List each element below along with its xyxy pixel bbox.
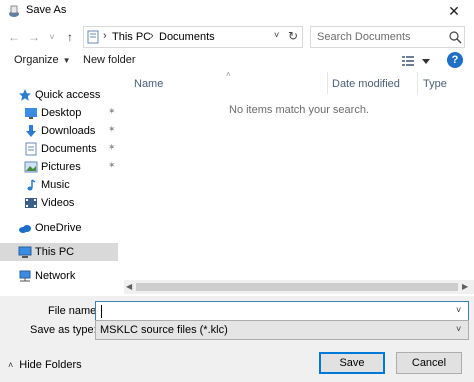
music-icon	[27, 179, 36, 191]
sidebar-item-label: Documents	[41, 143, 97, 155]
save-as-app-icon	[9, 5, 19, 17]
column-header-type[interactable]: Type	[423, 78, 447, 90]
scroll-left-icon[interactable]: ◀	[126, 282, 132, 291]
sidebar-item-label: OneDrive	[35, 222, 82, 234]
sidebar-item-pictures[interactable]: Pictures ✶	[0, 158, 118, 176]
save-as-type-value: MSKLC source files (*.klc)	[100, 324, 228, 336]
address-dropdown-icon[interactable]: ˅	[274, 30, 279, 40]
sidebar-item-label: Downloads	[41, 125, 96, 137]
sidebar-item-desktop[interactable]: Desktop ✶	[0, 104, 118, 122]
file-name-dropdown-icon[interactable]: ˅	[456, 305, 461, 315]
sidebar-item-label: Network	[35, 270, 76, 282]
horizontal-scrollbar[interactable]: ◀ ▶	[124, 280, 474, 294]
sidebar-item-label: Desktop	[41, 107, 82, 119]
back-arrow-icon[interactable]: ←	[6, 28, 22, 46]
sort-ascending-icon: ˄	[226, 70, 231, 79]
title-bar: Save As ✕	[0, 0, 474, 22]
breadcrumb-separator-icon: ›	[150, 30, 154, 42]
pin-icon[interactable]: ✶	[108, 142, 116, 153]
recent-locations-icon[interactable]: ˅	[44, 28, 60, 46]
sidebar-item-label: Quick access	[35, 89, 101, 101]
column-divider[interactable]	[327, 72, 328, 94]
file-name-label: File name:	[48, 305, 100, 317]
breadcrumb-this-pc[interactable]: This PC	[112, 31, 151, 43]
file-name-input[interactable]	[100, 304, 445, 318]
change-view-icon[interactable]	[400, 54, 434, 68]
file-list[interactable]: ˄ Name Date modified Type No items match…	[124, 70, 474, 280]
desktop-icon	[25, 108, 37, 119]
command-toolbar: Organize ▼ New folder ?	[0, 50, 474, 72]
navigation-bar: ← → ˅ ↑ › This PC › Documents ˅ ↻	[0, 24, 474, 50]
sidebar-item-quick-access[interactable]: Quick access	[0, 86, 118, 104]
address-pc-icon	[87, 30, 99, 44]
save-button[interactable]: Save	[319, 352, 385, 374]
cloud-icon	[19, 225, 31, 233]
sidebar-item-onedrive[interactable]: OneDrive	[0, 219, 118, 237]
organize-caret-icon: ▼	[62, 56, 71, 65]
sidebar-item-label: Videos	[41, 197, 75, 209]
hide-folders-label: Hide Folders	[19, 359, 82, 371]
pictures-icon	[24, 161, 38, 173]
sidebar-item-network[interactable]: Network	[0, 267, 118, 285]
pc-icon	[18, 246, 32, 258]
navigation-pane: Quick access Desktop ✶ Downloads ✶ Docum…	[0, 74, 120, 292]
pin-icon[interactable]: ✶	[108, 124, 116, 135]
hide-folders-chevron-icon: ˄	[8, 360, 14, 370]
download-icon	[26, 125, 36, 137]
videos-icon	[25, 198, 37, 208]
up-arrow-icon[interactable]: ↑	[62, 28, 78, 46]
scrollbar-thumb[interactable]	[136, 283, 458, 291]
address-bar[interactable]: › This PC › Documents ˅ ↻	[83, 26, 303, 48]
pin-icon[interactable]: ✶	[108, 106, 116, 117]
forward-arrow-icon[interactable]: →	[26, 28, 42, 46]
search-box[interactable]	[310, 26, 465, 48]
help-icon[interactable]: ?	[447, 52, 463, 68]
save-panel: File name: ˅ Save as type: MSKLC source …	[0, 296, 474, 382]
save-as-type-label: Save as type:	[30, 324, 97, 336]
organize-label: Organize	[14, 54, 59, 66]
sidebar-item-label: This PC	[35, 246, 75, 258]
sidebar-item-label: Pictures	[41, 161, 81, 173]
window-title: Save As	[26, 4, 67, 16]
file-name-field[interactable]: ˅	[95, 301, 469, 321]
breadcrumb-documents[interactable]: Documents	[159, 31, 215, 43]
hide-folders-button[interactable]: ˄ Hide Folders	[8, 359, 82, 371]
save-as-type-dropdown-icon[interactable]: ˅	[456, 324, 461, 334]
search-input[interactable]	[317, 30, 442, 44]
sidebar-item-this-pc[interactable]: This PC	[0, 243, 118, 261]
sidebar-item-downloads[interactable]: Downloads ✶	[0, 122, 118, 140]
network-icon	[19, 270, 31, 282]
sidebar-item-label: Music	[41, 179, 70, 191]
organize-button[interactable]: Organize ▼	[14, 54, 71, 66]
column-divider[interactable]	[417, 72, 418, 94]
sidebar-item-videos[interactable]: Videos	[0, 194, 118, 212]
sidebar-item-music[interactable]: Music	[0, 176, 118, 194]
column-headers: ˄ Name Date modified Type	[124, 70, 474, 94]
star-icon	[19, 89, 31, 101]
scroll-right-icon[interactable]: ▶	[462, 282, 468, 291]
close-icon[interactable]: ✕	[440, 2, 468, 20]
column-header-name[interactable]: Name	[134, 78, 163, 90]
column-header-date-modified[interactable]: Date modified	[332, 78, 400, 90]
empty-message: No items match your search.	[229, 104, 369, 116]
pin-icon[interactable]: ✶	[108, 160, 116, 171]
save-as-type-select[interactable]: MSKLC source files (*.klc) ˅	[95, 320, 469, 340]
breadcrumb-separator-icon: ›	[103, 30, 107, 42]
sidebar-item-documents[interactable]: Documents ✶	[0, 140, 118, 158]
documents-icon	[25, 142, 37, 156]
search-icon[interactable]	[448, 30, 462, 44]
new-folder-button[interactable]: New folder	[83, 54, 136, 66]
refresh-icon[interactable]: ↻	[288, 29, 298, 43]
cancel-button[interactable]: Cancel	[396, 352, 462, 374]
